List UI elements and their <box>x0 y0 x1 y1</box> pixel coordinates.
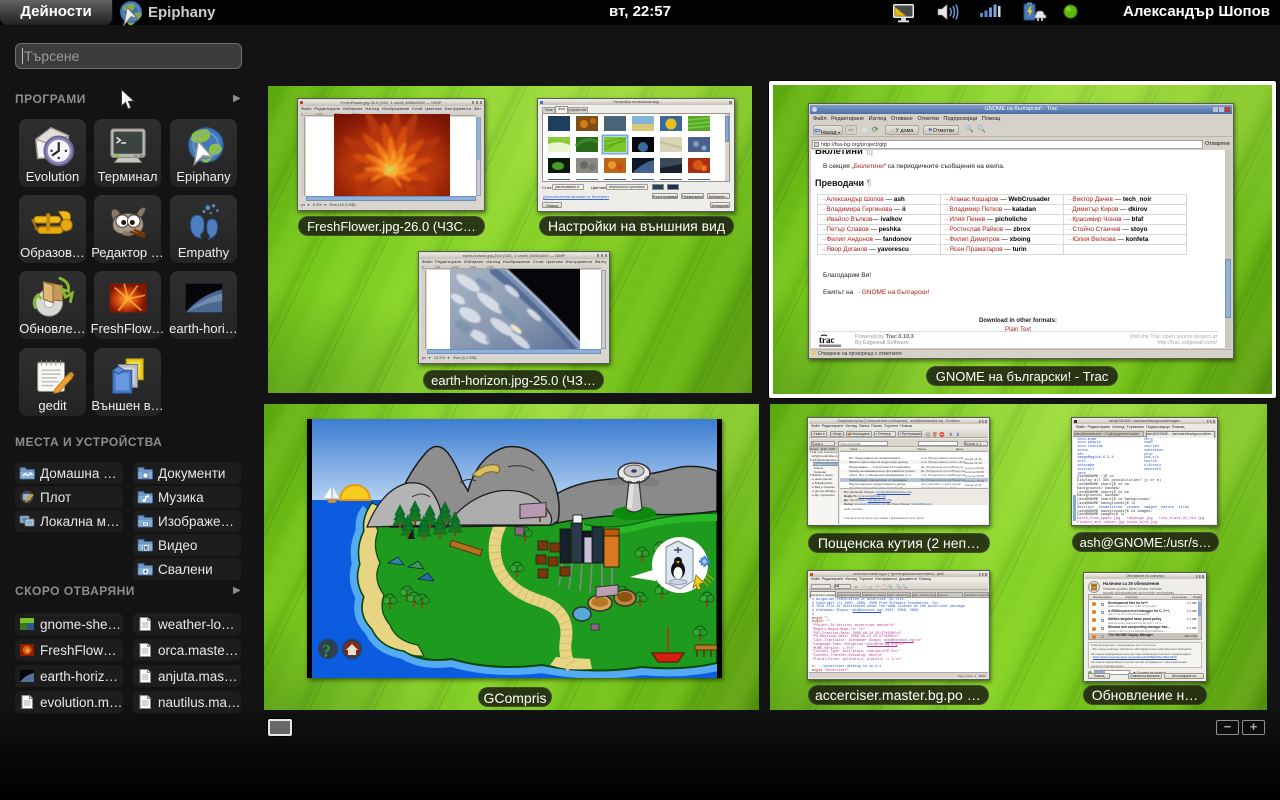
svg-text:?: ? <box>322 641 331 661</box>
svg-text:trac: trac <box>819 335 835 345</box>
